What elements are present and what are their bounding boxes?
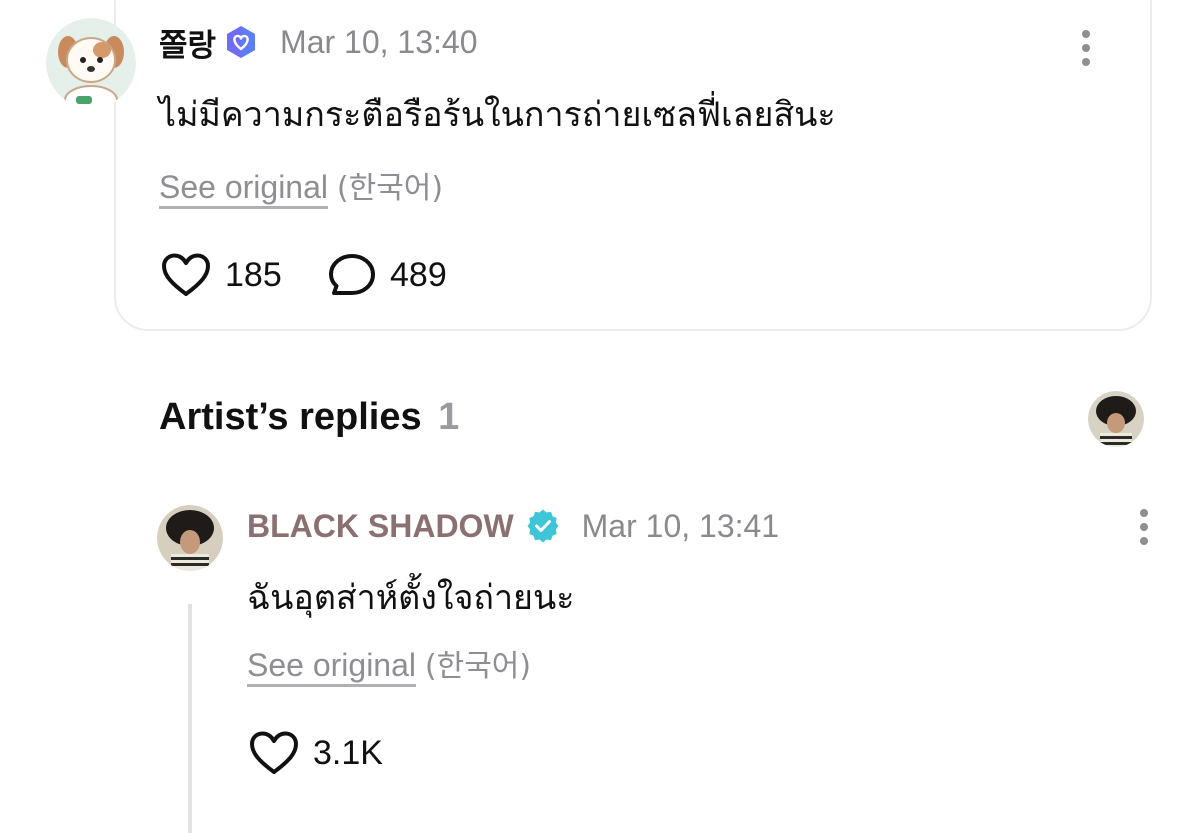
- reply-thread-line: [188, 604, 192, 833]
- reply-more-options-icon[interactable]: [1134, 509, 1154, 551]
- post-see-original: See original (한국어): [159, 163, 444, 209]
- reply-see-original: See original (한국어): [247, 641, 532, 687]
- post-timestamp: Mar 10, 13:40: [280, 23, 478, 60]
- post-original-language: (한국어): [336, 171, 444, 206]
- comment-bubble-icon: [328, 253, 376, 297]
- verified-check-icon: [526, 509, 560, 543]
- artist-avatar-small[interactable]: [1088, 391, 1144, 447]
- post-text: ไม่มีความกระตือรือร้นในการถ่ายเซลฟี่เลยส…: [159, 95, 836, 135]
- reply-author-row: BLACK SHADOW Mar 10, 13:41: [247, 506, 779, 546]
- reply-original-language: (한국어): [424, 649, 532, 684]
- reply-author-name[interactable]: BLACK SHADOW: [247, 508, 514, 545]
- artist-replies-count: 1: [438, 396, 460, 438]
- reply-author-avatar[interactable]: [157, 505, 223, 571]
- reply-like-button[interactable]: 3.1K: [249, 731, 383, 775]
- post-author-row: 쫄랑 Mar 10, 13:40: [159, 20, 478, 65]
- reply-timestamp: Mar 10, 13:41: [581, 507, 780, 544]
- heart-icon: [161, 253, 211, 297]
- post-author-name[interactable]: 쫄랑: [159, 20, 216, 65]
- post-comment-count: 489: [390, 255, 447, 294]
- post-author-avatar[interactable]: [46, 18, 136, 108]
- verified-badge-icon: [224, 25, 258, 59]
- reply-text: ฉันอุตส่าห์ตั้งใจถ่ายนะ: [247, 578, 575, 618]
- reply-see-original-link[interactable]: See original: [247, 647, 416, 687]
- heart-icon: [249, 731, 299, 775]
- post-like-count: 185: [225, 255, 282, 294]
- post-more-options-icon[interactable]: [1076, 30, 1096, 72]
- artist-replies-title: Artist’s replies: [159, 396, 422, 438]
- post-comment-button[interactable]: 489: [328, 253, 447, 297]
- artist-replies-heading: Artist’s replies 1: [159, 396, 459, 439]
- post-see-original-link[interactable]: See original: [159, 169, 328, 209]
- post-like-button[interactable]: 185: [161, 253, 282, 297]
- post-card: 쫄랑 Mar 10, 13:40 ไม่มีความกระตือรือร้นใน…: [46, 0, 1152, 331]
- reply-like-count: 3.1K: [313, 733, 383, 772]
